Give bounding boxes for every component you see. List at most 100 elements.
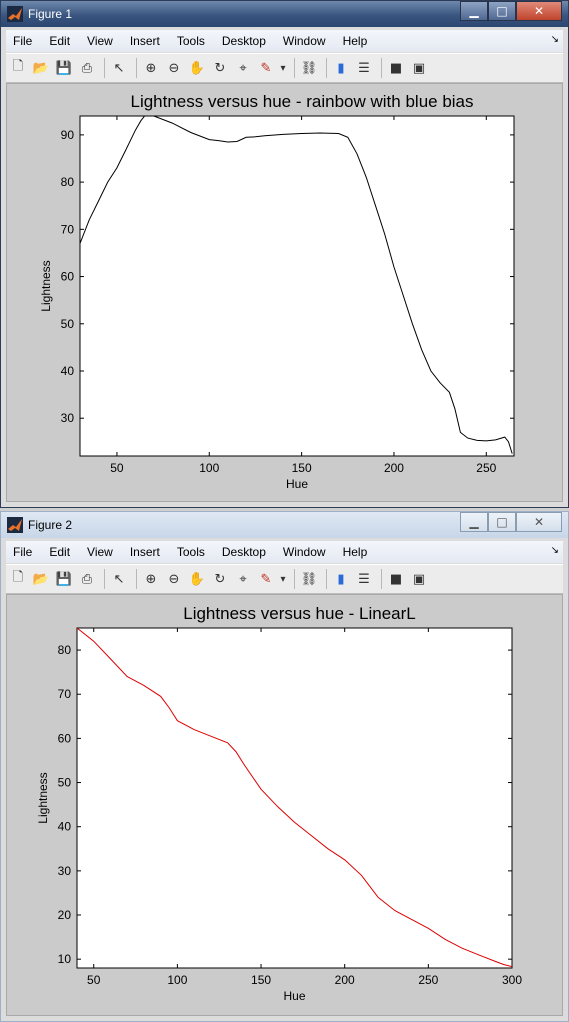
title-bar[interactable]: Figure 1 ▁ □ ✕ (1, 1, 568, 27)
toolbar-separator (326, 58, 327, 78)
plot-axes (79, 115, 515, 457)
x-tick-label: 250 (418, 973, 438, 987)
menu-tools[interactable]: Tools (177, 34, 205, 48)
x-tick-label: 300 (502, 973, 522, 987)
menu-view[interactable]: View (87, 34, 113, 48)
save-icon[interactable]: 💾 (54, 58, 74, 78)
toolbar-separator (104, 58, 105, 78)
menu-desktop[interactable]: Desktop (222, 34, 266, 48)
pointer-icon[interactable]: ↖ (109, 58, 129, 78)
save-icon[interactable]: 💾 (54, 569, 74, 589)
print-icon[interactable]: ⎙ (77, 58, 97, 78)
chart-title: Lightness versus hue - LinearL (183, 604, 415, 623)
new-file-icon[interactable]: 🗋 (8, 58, 28, 78)
x-tick-label: 50 (87, 973, 101, 987)
print-icon[interactable]: ⎙ (77, 569, 97, 589)
menu-insert[interactable]: Insert (130, 545, 160, 559)
y-tick-label: 80 (58, 643, 72, 657)
toolbar-separator (136, 569, 137, 589)
x-tick-label: 250 (476, 461, 496, 475)
figure-window-1: Figure 1 ▁ □ ✕ File Edit View Insert Too… (0, 0, 569, 508)
window-title: Figure 1 (28, 7, 73, 21)
menu-edit[interactable]: Edit (49, 34, 70, 48)
pan-hand-icon[interactable]: ✋ (187, 569, 207, 589)
new-file-icon[interactable]: 🗋 (8, 569, 28, 589)
maximize-button[interactable]: □ (488, 512, 516, 532)
x-tick-label: 150 (292, 461, 312, 475)
show-plot-tools-icon[interactable]: ▣ (409, 569, 429, 589)
close-button[interactable]: ✕ (516, 512, 562, 532)
y-tick-label: 30 (61, 411, 75, 425)
x-axis-label: Hue (286, 477, 308, 491)
brush-dropdown-icon[interactable]: ▾ (279, 58, 287, 78)
dock-arrow-icon[interactable]: ↘ (551, 34, 559, 45)
data-cursor-icon[interactable]: ⌖ (233, 58, 253, 78)
maximize-icon: □ (496, 4, 508, 18)
x-axis-label: Hue (283, 989, 305, 1003)
hide-plot-tools-icon[interactable]: ■ (386, 58, 406, 78)
toolbar-separator (381, 58, 382, 78)
menu-window[interactable]: Window (283, 545, 326, 559)
menu-insert[interactable]: Insert (130, 34, 160, 48)
open-folder-icon[interactable]: 📂 (31, 58, 51, 78)
y-axis-label: Lightness (36, 772, 50, 823)
y-axis-label: Lightness (39, 260, 53, 311)
y-tick-label: 20 (58, 908, 72, 922)
minimize-icon: ▁ (469, 515, 479, 529)
pan-hand-icon[interactable]: ✋ (187, 58, 207, 78)
y-tick-label: 30 (58, 864, 72, 878)
show-plot-tools-icon[interactable]: ▣ (409, 58, 429, 78)
figure-canvas: Lightness versus hue - LinearL 50 100 150 20… (6, 594, 563, 1016)
maximize-icon: □ (496, 515, 508, 529)
x-tick-label: 200 (335, 973, 355, 987)
menu-tools[interactable]: Tools (177, 545, 205, 559)
rotate-3d-icon[interactable]: ↻ (210, 58, 230, 78)
line-chart: Lightness versus hue - LinearL 50 100 150 20… (36, 604, 522, 1003)
close-icon: ✕ (533, 4, 545, 18)
figure-toolbar: 🗋 📂 💾 ⎙ ↖ ⊕ ⊖ ✋ ↻ ⌖ ✎ ▾ ⛓ ▮ ☰ ■ ▣ (6, 564, 563, 594)
menu-view[interactable]: View (87, 545, 113, 559)
legend-icon[interactable]: ☰ (354, 569, 374, 589)
zoom-in-icon[interactable]: ⊕ (141, 569, 161, 589)
title-bar[interactable]: Figure 2 ▁ □ ✕ (1, 512, 568, 538)
legend-icon[interactable]: ☰ (354, 58, 374, 78)
zoom-in-icon[interactable]: ⊕ (141, 58, 161, 78)
window-title: Figure 2 (28, 518, 73, 532)
pointer-icon[interactable]: ↖ (109, 569, 129, 589)
menu-file[interactable]: File (13, 545, 32, 559)
menu-bar: File Edit View Insert Tools Desktop Wind… (6, 541, 563, 563)
figure-window-2: Figure 2 ▁ □ ✕ File Edit View Insert Too… (0, 511, 569, 1022)
rotate-3d-icon[interactable]: ↻ (210, 569, 230, 589)
close-button[interactable]: ✕ (516, 1, 562, 21)
y-tick-label: 40 (58, 820, 72, 834)
figure-canvas: Lightness versus hue - rainbow with blue… (6, 83, 563, 502)
brush-dropdown-icon[interactable]: ▾ (279, 569, 287, 589)
dock-arrow-icon[interactable]: ↘ (551, 545, 559, 556)
brush-icon[interactable]: ✎ (256, 569, 276, 589)
zoom-out-icon[interactable]: ⊖ (164, 569, 184, 589)
link-plot-icon[interactable]: ⛓ (299, 58, 319, 78)
menu-edit[interactable]: Edit (49, 545, 70, 559)
minimize-icon: ▁ (469, 4, 479, 18)
minimize-button[interactable]: ▁ (460, 512, 488, 532)
hide-plot-tools-icon[interactable]: ■ (386, 569, 406, 589)
menu-file[interactable]: File (13, 34, 32, 48)
y-tick-label: 70 (61, 222, 75, 236)
matlab-logo-icon (7, 6, 23, 22)
y-tick-label: 10 (58, 952, 72, 966)
brush-icon[interactable]: ✎ (256, 58, 276, 78)
menu-desktop[interactable]: Desktop (222, 545, 266, 559)
colorbar-icon[interactable]: ▮ (331, 569, 351, 589)
y-tick-label: 40 (61, 364, 75, 378)
menu-window[interactable]: Window (283, 34, 326, 48)
zoom-out-icon[interactable]: ⊖ (164, 58, 184, 78)
link-plot-icon[interactable]: ⛓ (299, 569, 319, 589)
close-icon: ✕ (533, 515, 545, 529)
menu-help[interactable]: Help (343, 545, 368, 559)
menu-help[interactable]: Help (343, 34, 368, 48)
colorbar-icon[interactable]: ▮ (331, 58, 351, 78)
data-cursor-icon[interactable]: ⌖ (233, 569, 253, 589)
maximize-button[interactable]: □ (488, 1, 516, 21)
open-folder-icon[interactable]: 📂 (31, 569, 51, 589)
minimize-button[interactable]: ▁ (460, 1, 488, 21)
